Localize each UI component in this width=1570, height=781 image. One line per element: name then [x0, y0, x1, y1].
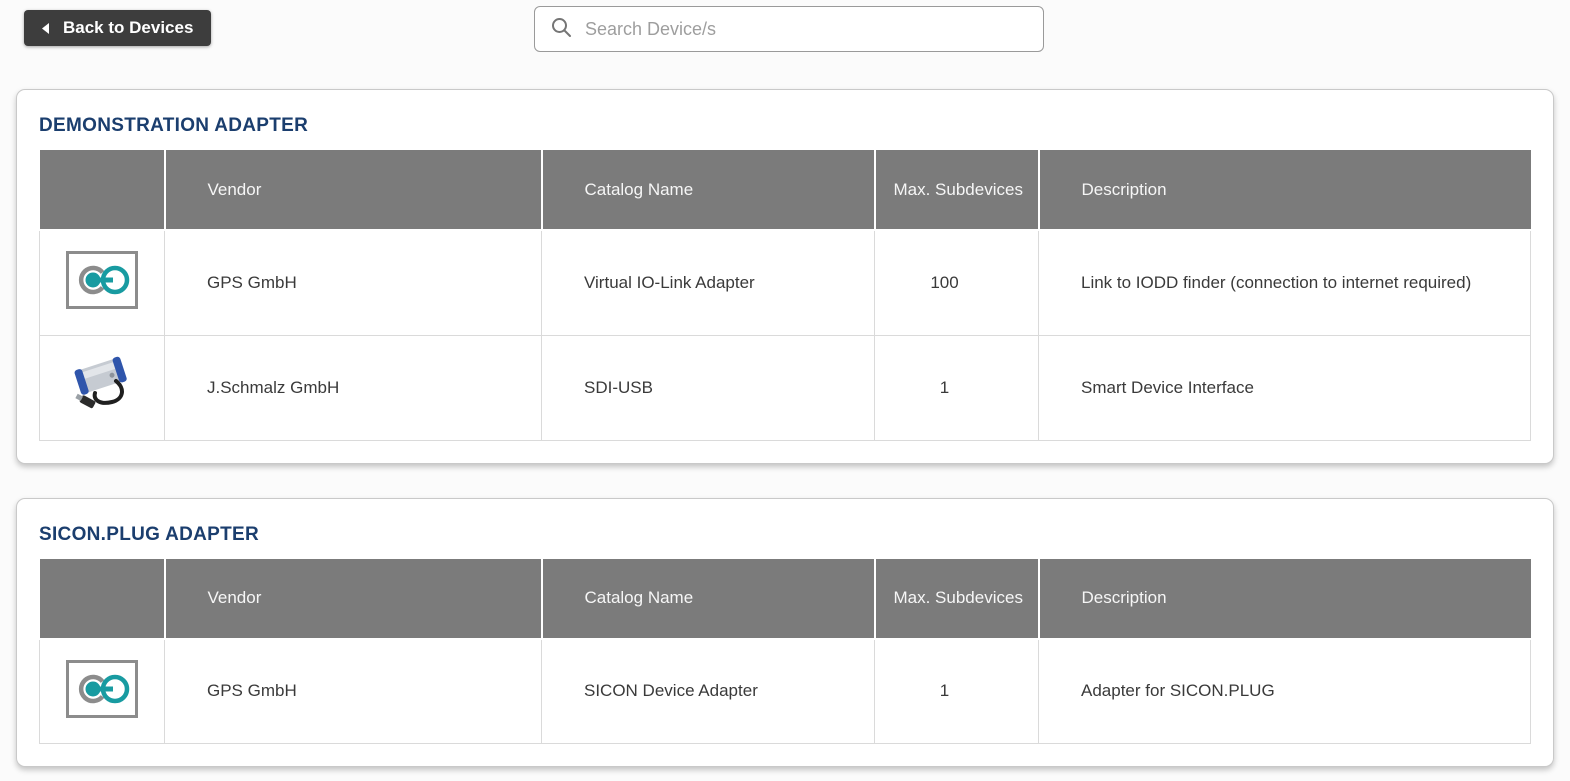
back-button-label: Back to Devices	[63, 18, 193, 38]
max-subdevices-cell: 100	[875, 230, 1039, 335]
column-header-vendor: Vendor	[165, 559, 542, 639]
adapter-row[interactable]: GPS GmbHVirtual IO-Link Adapter100Link t…	[40, 230, 1531, 335]
max-subdevices-cell: 1	[875, 335, 1039, 440]
sections-container: DEMONSTRATION ADAPTER VendorCatalog Name…	[0, 89, 1570, 781]
table-body: GPS GmbHSICON Device Adapter1Adapter for…	[40, 639, 1531, 744]
vendor-cell: GPS GmbH	[165, 230, 542, 335]
search-box[interactable]	[534, 6, 1044, 52]
adapter-section-card: DEMONSTRATION ADAPTER VendorCatalog Name…	[16, 89, 1554, 464]
table-body: GPS GmbHVirtual IO-Link Adapter100Link t…	[40, 230, 1531, 440]
vendor-image-cell	[40, 335, 165, 440]
description-cell: Link to IODD finder (connection to inter…	[1039, 230, 1531, 335]
chevron-left-icon	[42, 23, 49, 34]
column-header-image	[40, 559, 165, 639]
table-header-row: VendorCatalog NameMax. SubdevicesDescrip…	[40, 150, 1531, 230]
catalog-name-cell: SDI-USB	[542, 335, 875, 440]
adapter-row[interactable]: GPS GmbHSICON Device Adapter1Adapter for…	[40, 639, 1531, 744]
gps-co-logo-icon	[66, 251, 138, 314]
max-subdevices-cell: 1	[875, 639, 1039, 744]
table-header-row: VendorCatalog NameMax. SubdevicesDescrip…	[40, 559, 1531, 639]
column-header-vendor: Vendor	[165, 150, 542, 230]
adapter-table: VendorCatalog NameMax. SubdevicesDescrip…	[39, 559, 1531, 745]
adapter-row[interactable]: J.Schmalz GmbHSDI-USB1Smart Device Inter…	[40, 335, 1531, 440]
gps-co-logo-icon	[66, 660, 138, 723]
sdi-usb-device-photo	[70, 355, 134, 420]
catalog-name-cell: SICON Device Adapter	[542, 639, 875, 744]
toolbar: Back to Devices	[0, 0, 1570, 89]
vendor-image-cell	[40, 230, 165, 335]
search-input[interactable]	[583, 18, 1028, 41]
back-to-devices-button[interactable]: Back to Devices	[24, 10, 211, 46]
column-header-max-subdevices: Max. Subdevices	[875, 559, 1039, 639]
column-header-max-subdevices: Max. Subdevices	[875, 150, 1039, 230]
search-icon	[550, 16, 572, 43]
adapter-table: VendorCatalog NameMax. SubdevicesDescrip…	[39, 150, 1531, 441]
section-title: DEMONSTRATION ADAPTER	[39, 114, 1531, 138]
column-header-description: Description	[1039, 150, 1531, 230]
column-header-description: Description	[1039, 559, 1531, 639]
vendor-cell: J.Schmalz GmbH	[165, 335, 542, 440]
catalog-name-cell: Virtual IO-Link Adapter	[542, 230, 875, 335]
description-cell: Smart Device Interface	[1039, 335, 1531, 440]
column-header-catalog-name: Catalog Name	[542, 559, 875, 639]
column-header-image	[40, 150, 165, 230]
description-cell: Adapter for SICON.PLUG	[1039, 639, 1531, 744]
section-title: SICON.PLUG ADAPTER	[39, 523, 1531, 547]
vendor-image-cell	[40, 639, 165, 744]
column-header-catalog-name: Catalog Name	[542, 150, 875, 230]
vendor-cell: GPS GmbH	[165, 639, 542, 744]
page: Back to Devices DEMONSTRATION ADAPTER Ve…	[0, 0, 1570, 781]
adapter-section-card: SICON.PLUG ADAPTER VendorCatalog NameMax…	[16, 498, 1554, 768]
